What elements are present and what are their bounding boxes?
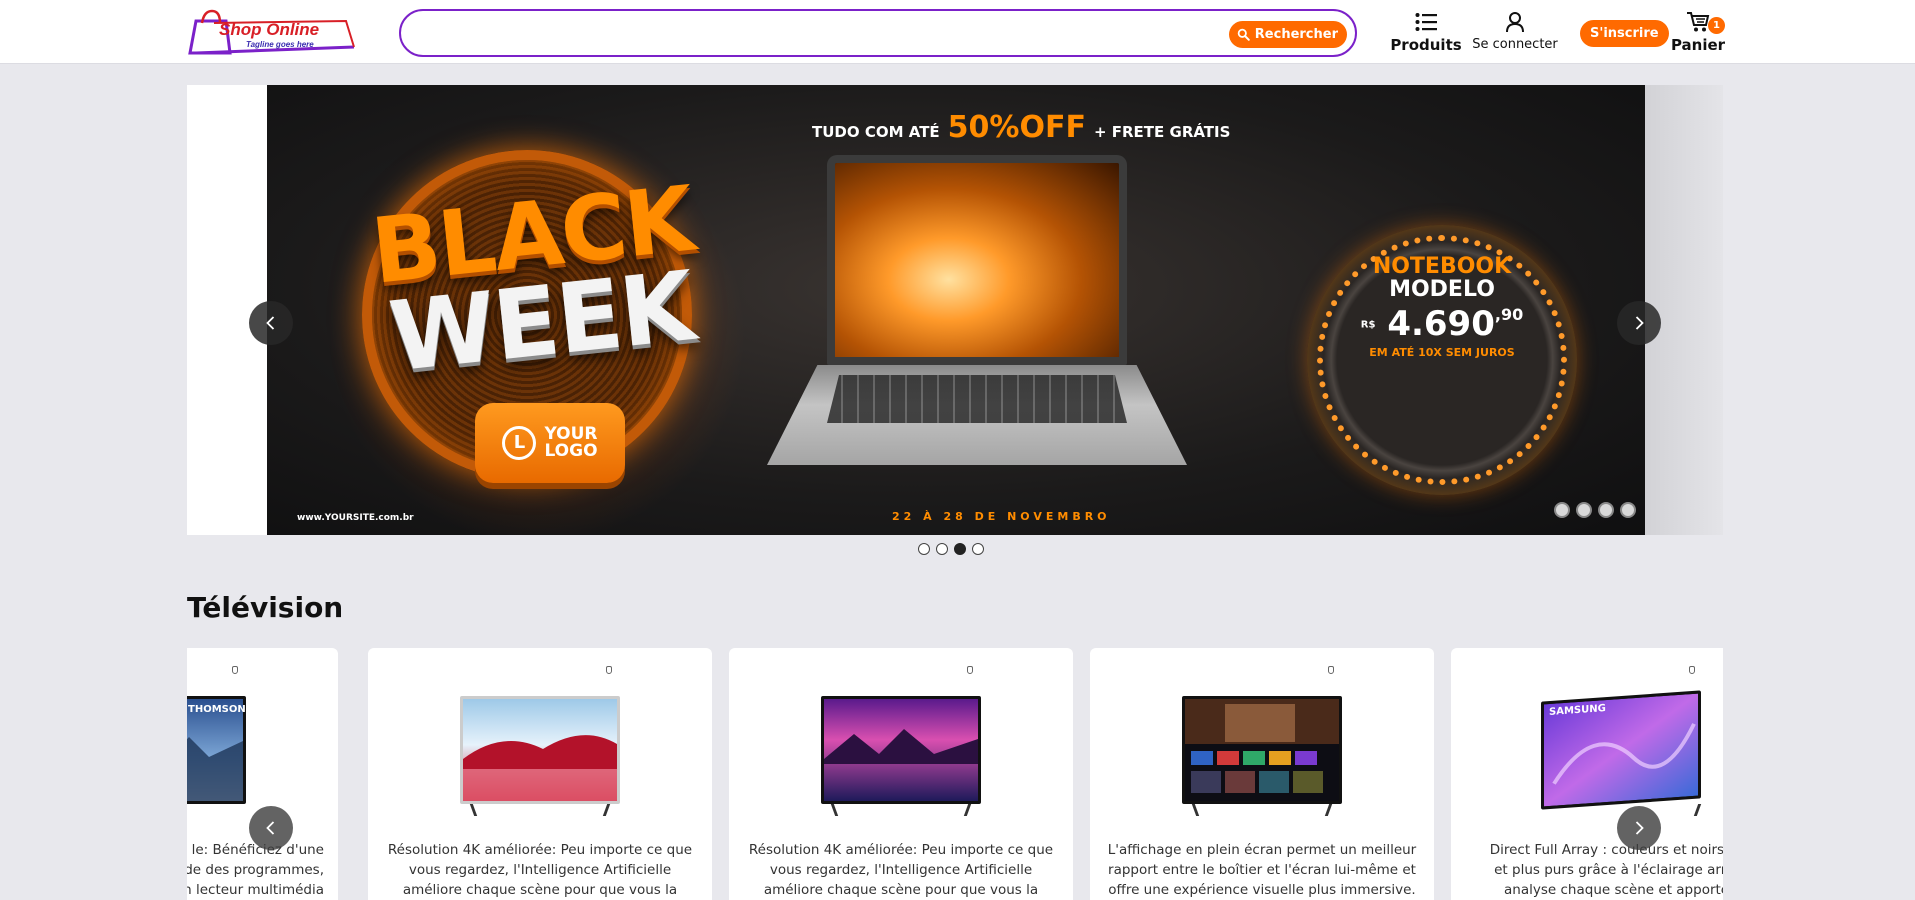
price-main: 4.690 (1387, 304, 1495, 345)
site-header: Shop Online Tagline goes here Rechercher… (0, 0, 1915, 64)
signup-button[interactable]: S'inscrire (1580, 20, 1669, 47)
promo-discount: 50%OFF (947, 110, 1086, 145)
shop-logo[interactable]: Shop Online Tagline goes here (186, 9, 358, 57)
logo-label: YOUR LOGO (544, 426, 597, 460)
chevron-left-icon (266, 316, 275, 330)
promo-line: TUDO COM ATÉ 50%OFF + FRETE GRÁTIS (812, 110, 1230, 145)
your-logo-badge: L YOUR LOGO (475, 403, 625, 483)
nav-panier-label: Panier (1670, 36, 1726, 54)
search-icon (1237, 28, 1250, 41)
product-card[interactable]: THOMSON le: Bénéficiez d'une uide des pr… (187, 648, 338, 900)
search-input[interactable] (419, 21, 1219, 47)
nav-panier[interactable]: 1 Panier (1668, 9, 1728, 54)
wishlist-icon[interactable] (232, 666, 238, 674)
product-image (1182, 696, 1342, 818)
search-button[interactable]: Rechercher (1228, 21, 1347, 48)
banner-site: www.YOURSITE.com.br (297, 513, 414, 523)
chevron-left-icon (266, 821, 275, 835)
product-card[interactable]: Résolution 4K améliorée: Peu importe ce … (368, 648, 712, 900)
laptop-keyboard (827, 375, 1127, 423)
banner-dates: 22 À 28 DE NOVEMBRO (892, 510, 1111, 523)
logo-name: Shop Online (219, 20, 320, 39)
product-description: Résolution 4K améliorée: Peu importe ce … (387, 842, 693, 898)
laptop-screen (827, 155, 1127, 365)
twitter-icon (1598, 502, 1614, 518)
banner-headline: BLACK WEEK (349, 167, 725, 393)
product-description: Résolution 4K améliorée: Peu importe ce … (748, 842, 1054, 898)
promo-suffix: + FRETE GRÁTIS (1093, 123, 1231, 141)
price-cents: ,90 (1494, 305, 1524, 325)
search-bar: Rechercher (399, 9, 1357, 57)
product-image: SAMSUNG (1541, 690, 1702, 818)
carousel-next-button[interactable] (1617, 301, 1661, 345)
product-card[interactable]: SAMSUNG Direct Full Array : couleurs et … (1451, 648, 1723, 900)
wishlist-icon[interactable] (967, 666, 973, 674)
carousel-prev-button[interactable] (249, 301, 293, 345)
black-week-banner[interactable]: BLACK WEEK L YOUR LOGO TUDO COM ATÉ 50%O… (267, 85, 1645, 535)
cart-count-badge: 1 (1708, 17, 1725, 34)
offer-installments: EM ATÉ 10X SEM JUROS (1369, 345, 1515, 359)
instagram-icon (1554, 502, 1570, 518)
logo-initial: L (502, 426, 537, 460)
logo-tagline: Tagline goes here (246, 40, 314, 49)
list-icon (1415, 9, 1437, 35)
carousel-dot-1[interactable] (918, 543, 930, 555)
hero-carousel: BLACK WEEK L YOUR LOGO TUDO COM ATÉ 50%O… (187, 85, 1723, 535)
logo-label-2: LOGO (544, 441, 598, 461)
product-image: THOMSON (187, 696, 246, 818)
wishlist-icon[interactable] (1328, 666, 1334, 674)
wishlist-icon[interactable] (1689, 666, 1695, 674)
nav-produits[interactable]: Produits (1390, 9, 1462, 54)
section-title-television: Télévision (187, 591, 344, 624)
nav-produits-label: Produits (1390, 36, 1462, 54)
whatsapp-icon (1620, 502, 1636, 518)
carousel-dot-2[interactable] (936, 543, 948, 555)
television-carousel: THOMSON le: Bénéficiez d'une uide des pr… (187, 648, 1723, 900)
product-description: L'affichage en plein écran permet un mei… (1107, 842, 1417, 898)
facebook-icon (1576, 502, 1592, 518)
carousel-indicators (918, 543, 984, 555)
product-description: Direct Full Array : couleurs et noirs pl… (1489, 842, 1723, 898)
tv-carousel-next-button[interactable] (1617, 806, 1661, 850)
product-card[interactable]: L'affichage en plein écran permet un mei… (1090, 648, 1434, 900)
chevron-right-icon (1635, 316, 1644, 330)
promo-prefix: TUDO COM ATÉ (812, 123, 940, 141)
tv-carousel-prev-button[interactable] (249, 806, 293, 850)
product-card[interactable]: Résolution 4K améliorée: Peu importe ce … (729, 648, 1073, 900)
carousel-dot-4[interactable] (972, 543, 984, 555)
search-button-label: Rechercher (1254, 27, 1338, 42)
tv-brand: THOMSON (188, 704, 246, 715)
cart-icon (1686, 9, 1710, 35)
product-image (460, 696, 620, 818)
product-description: le: Bénéficiez d'une uide des programmes… (187, 842, 324, 898)
offer-product-2: MODELO (1389, 277, 1495, 303)
carousel-dot-3[interactable] (954, 543, 966, 555)
wishlist-icon[interactable] (606, 666, 612, 674)
offer-product-1: NOTEBOOK (1372, 254, 1512, 279)
user-icon (1505, 9, 1525, 35)
notebook-offer: NOTEBOOK MODELO R$ 4.690,90 EM ATÉ 10X S… (1307, 255, 1577, 358)
nav-se-connecter[interactable]: Se connecter (1468, 9, 1562, 52)
price-currency: R$ (1360, 319, 1376, 331)
chevron-right-icon (1635, 821, 1644, 835)
social-icons (1554, 502, 1636, 518)
nav-connect-label: Se connecter (1472, 37, 1558, 52)
offer-price: R$ 4.690,90 (1307, 304, 1577, 345)
product-image (821, 696, 981, 818)
